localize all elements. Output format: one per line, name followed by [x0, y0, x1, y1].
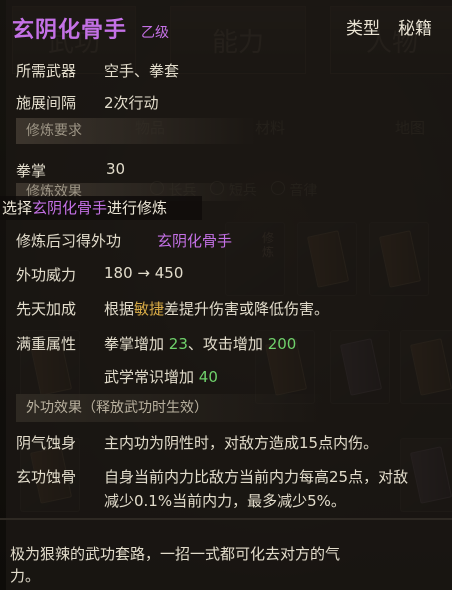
outer-effect-header: 外功效果（释放武功时生效） — [16, 394, 326, 422]
full-line-1: 拳掌增加 23、攻击增加 200 — [104, 333, 296, 354]
outer-effect-2-name: 玄功蚀骨 — [16, 468, 77, 486]
innate-suffix: 差提升伤害或降低伤害。 — [164, 300, 330, 318]
full-stat-3: 武学常识增加 — [104, 368, 195, 386]
outer-effect-2-desc-line2: 减少0.1%当前内力，最多减少5%。 — [104, 492, 346, 510]
innate-stat: 敏捷 — [134, 300, 165, 318]
outer-effect-2-desc-line1: 自身当前内力比敌方当前内力每高25点，对敌 — [104, 468, 409, 486]
full-stat-3-value: 40 — [198, 368, 218, 386]
learn-prompt: 选择玄阴化骨手进行修炼 — [0, 196, 202, 220]
interval-value: 2次行动 — [104, 94, 159, 112]
power-label: 外功威力 — [16, 266, 77, 284]
innate-prefix: 根据 — [104, 300, 135, 318]
power-value: 180 → 450 — [104, 264, 184, 282]
requirement-header: 修炼要求 — [16, 118, 256, 144]
full-stat-2: 、攻击增加 — [187, 335, 263, 353]
weapon-label: 所需武器 — [16, 62, 77, 80]
outer-effect-1-desc: 主内功为阴性时，对敌方造成15点内伤。 — [104, 434, 379, 452]
learn-label: 修炼后习得外功 — [16, 232, 122, 250]
skill-grade: 乙级 — [141, 25, 169, 41]
weapon-value: 空手、拳套 — [104, 62, 180, 80]
prompt-suffix: 进行修炼 — [107, 199, 168, 217]
type-value: 秘籍 — [398, 19, 432, 39]
full-stat-2-value: 200 — [267, 335, 297, 353]
outer-effect-1-name: 阴气蚀身 — [16, 434, 77, 452]
innate-label: 先天加成 — [16, 300, 77, 318]
learn-value: 玄阴化骨手 — [157, 232, 233, 250]
full-label: 满重属性 — [16, 335, 77, 353]
prompt-prefix: 选择 — [2, 199, 33, 217]
full-line-2: 武学常识增加 40 — [104, 366, 218, 387]
skill-name: 玄阴化骨手 — [12, 18, 128, 43]
requirement-stat-value: 30 — [106, 160, 126, 178]
description-line-2: 力。 — [10, 567, 41, 585]
interval-label: 施展间隔 — [16, 94, 77, 112]
divider — [0, 518, 452, 520]
description-line-1: 极为狠辣的武功套路，一招一式都可化去对方的气 — [10, 545, 341, 563]
innate-value: 根据敏捷差提升伤害或降低伤害。 — [104, 298, 329, 319]
type-label: 类型 — [346, 19, 380, 39]
full-stat-1-value: 23 — [168, 335, 188, 353]
prompt-skill: 玄阴化骨手 — [32, 199, 108, 217]
full-stat-1: 拳掌增加 — [104, 335, 165, 353]
requirement-stat-label: 拳掌 — [16, 162, 47, 180]
